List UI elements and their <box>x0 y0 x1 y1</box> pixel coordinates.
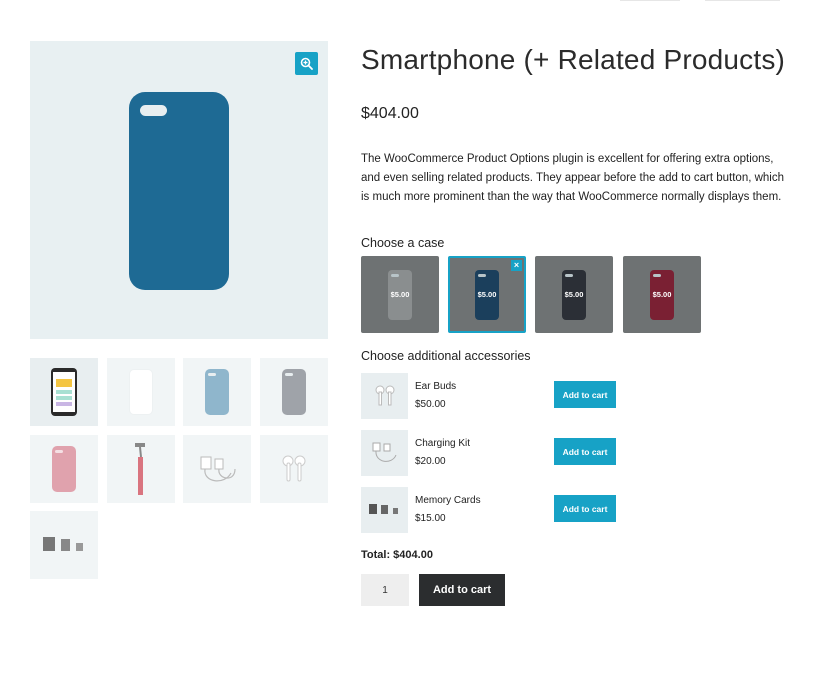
thumbnail-white-case[interactable] <box>107 358 175 426</box>
case-option[interactable]: $5.00 <box>623 256 701 333</box>
thumbnail-grey-case[interactable] <box>260 358 328 426</box>
smartphone-icon <box>51 368 77 416</box>
zoom-button[interactable] <box>295 52 318 75</box>
case-option[interactable]: $5.00 <box>535 256 613 333</box>
phone-case-image <box>129 92 229 290</box>
thumbnail-memory-cards[interactable] <box>30 511 98 579</box>
case-option-price: $5.00 <box>564 290 584 299</box>
ear-buds-icon <box>375 385 394 406</box>
accessory-name: Ear Buds <box>415 381 457 392</box>
accessory-price: $20.00 <box>415 456 446 467</box>
thumbnail-selfie-stick[interactable] <box>107 435 175 503</box>
memory-cards-image <box>361 487 408 533</box>
add-to-cart-button[interactable]: Add to cart <box>419 574 505 606</box>
case-option-price: $5.00 <box>477 290 497 299</box>
memory-cards-icon <box>368 504 398 514</box>
memory-cards-icon <box>43 537 83 551</box>
product-description: The WooCommerce Product Options plugin i… <box>361 153 785 203</box>
accessories-section-label: Choose additional accessories <box>361 349 531 363</box>
remove-selection-icon[interactable]: × <box>511 260 522 271</box>
add-memory-cards-button[interactable]: Add to cart <box>554 495 616 522</box>
case-option-selected[interactable]: $5.00 × <box>448 256 526 333</box>
quantity-input[interactable] <box>361 574 409 606</box>
thumbnail-charging-kit[interactable] <box>183 435 251 503</box>
accessory-price: $50.00 <box>415 399 446 410</box>
product-price: $404.00 <box>361 105 419 122</box>
ear-buds-image <box>361 373 408 419</box>
order-total: Total: $404.00 <box>361 549 433 561</box>
add-ear-buds-button[interactable]: Add to cart <box>554 381 616 408</box>
accessory-item: Memory Cards $15.00 Add to cart <box>361 487 621 535</box>
grey-case-icon <box>282 369 306 415</box>
accessory-price: $15.00 <box>415 513 446 524</box>
accessory-item: Charging Kit $20.00 Add to cart <box>361 430 621 478</box>
case-section-label: Choose a case <box>361 236 445 250</box>
ear-buds-icon <box>282 455 306 482</box>
zoom-in-icon <box>300 57 313 70</box>
accessory-item: Ear Buds $50.00 Add to cart <box>361 373 621 421</box>
pink-case-icon <box>52 446 76 492</box>
accessory-name: Memory Cards <box>415 495 481 506</box>
charging-kit-image <box>361 430 408 476</box>
camera-cutout <box>140 105 167 116</box>
thumbnail-light-blue-case[interactable] <box>183 358 251 426</box>
white-case-icon <box>129 369 153 415</box>
add-charging-kit-button[interactable]: Add to cart <box>554 438 616 465</box>
case-option-price: $5.00 <box>652 290 672 299</box>
case-option[interactable]: $5.00 <box>361 256 439 333</box>
header-rule <box>620 0 680 1</box>
accessory-name: Charging Kit <box>415 438 471 449</box>
selfie-stick-icon <box>135 443 145 495</box>
main-product-image[interactable] <box>30 41 328 339</box>
header-rule <box>705 0 780 1</box>
light-blue-case-icon <box>205 369 229 415</box>
thumbnail-ear-buds[interactable] <box>260 435 328 503</box>
thumbnail-smartphone[interactable] <box>30 358 98 426</box>
case-option-price: $5.00 <box>390 290 410 299</box>
thumbnail-pink-case[interactable] <box>30 435 98 503</box>
product-title: Smartphone (+ Related Products) <box>361 44 786 75</box>
charging-kit-icon <box>372 442 396 462</box>
charging-kit-icon <box>200 456 236 482</box>
